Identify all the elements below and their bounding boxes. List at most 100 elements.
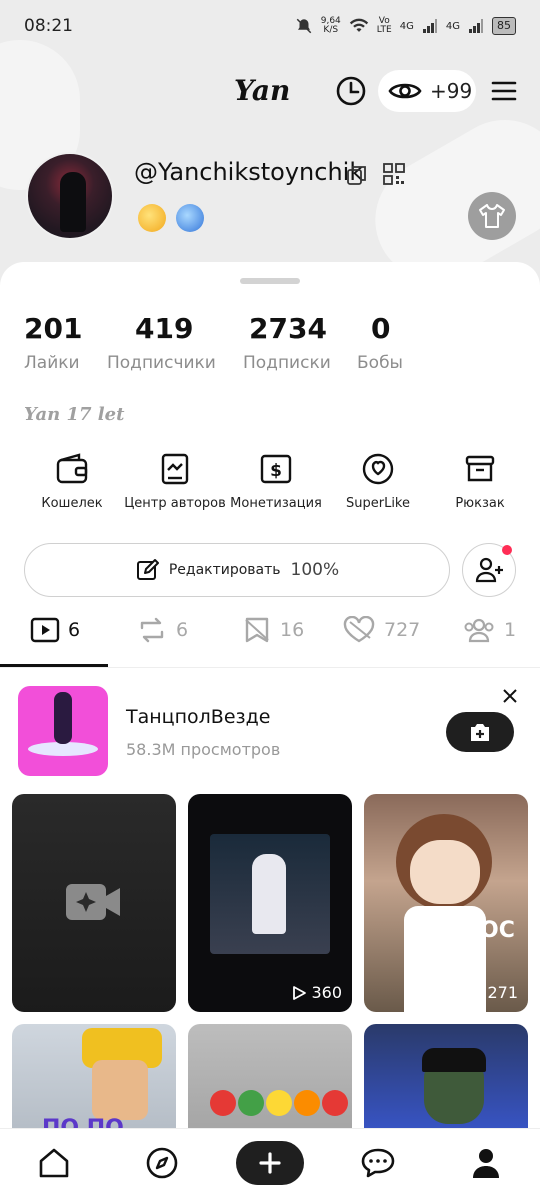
edit-profile-button[interactable]: Редактировать 100%: [24, 543, 450, 597]
tab-favorites[interactable]: 16: [242, 616, 304, 644]
compass-icon: [146, 1147, 178, 1179]
new-video-tile[interactable]: [12, 794, 176, 1012]
tab-count: 727: [384, 619, 421, 641]
stat-followers[interactable]: 419 Подписчики: [107, 312, 216, 373]
history-button[interactable]: [334, 74, 368, 108]
status-icons: 9,64 K/S Vo LTE 4G 4G 85: [295, 17, 516, 35]
tab-friends[interactable]: 1: [462, 616, 516, 644]
promo-create-button[interactable]: [446, 712, 514, 752]
profile-views-button[interactable]: +99: [378, 70, 476, 112]
profile-bio: Yan 17 let: [24, 404, 125, 425]
status-time: 08:21: [24, 16, 73, 36]
tool-backpack[interactable]: Рюкзак: [426, 452, 534, 511]
stat-value: 419: [135, 312, 194, 345]
views-count: +99: [430, 79, 473, 103]
badge-medal-icon[interactable]: [138, 204, 166, 232]
stat-value: 0: [371, 312, 391, 345]
backpack-icon: [465, 455, 495, 482]
signal-icon: [422, 19, 437, 33]
nav-messages[interactable]: [358, 1143, 398, 1183]
top-bar: Yan +99: [0, 68, 540, 114]
avatar[interactable]: [26, 152, 114, 240]
tool-label: Монетизация: [230, 496, 322, 511]
promo-views: 58.3M просмотров: [126, 740, 281, 759]
superlike-icon: [362, 453, 394, 485]
tab-count: 1: [504, 619, 517, 641]
stat-label: Подписки: [243, 353, 331, 373]
profile-stats: 201 Лайки 419 Подписчики 2734 Подписки 0…: [0, 312, 540, 382]
status-bar: 08:21 9,64 K/S Vo LTE 4G 4G 85: [0, 0, 540, 52]
video-views: 271: [467, 983, 518, 1002]
add-user-icon: [475, 557, 503, 583]
tool-wallet[interactable]: Кошелек: [18, 452, 126, 511]
signal-icon: [469, 19, 483, 33]
stat-following[interactable]: 2734 Подписки: [243, 312, 331, 373]
stat-label: Лайки: [24, 353, 80, 373]
qr-code-icon[interactable]: [382, 162, 406, 186]
plus-icon: [259, 1152, 281, 1174]
nav-home[interactable]: [34, 1143, 74, 1183]
repost-icon: [140, 617, 164, 643]
nav-create-button[interactable]: [236, 1141, 304, 1185]
video-tile[interactable]: 360: [188, 794, 352, 1012]
camera-plus-icon: [471, 724, 489, 741]
bookmark-icon: [245, 617, 269, 643]
sheet-handle[interactable]: [240, 278, 300, 284]
dollar-icon: $: [260, 454, 292, 484]
edit-icon: [136, 559, 159, 580]
creator-center-icon: [161, 453, 189, 485]
outfit-button[interactable]: [468, 192, 516, 240]
volte-indicator: Vo LTE: [376, 16, 392, 35]
tools-row: Кошелек Центр авторов $ Монетизация Supe…: [0, 452, 540, 522]
hamburger-icon: [491, 81, 517, 101]
stat-likes[interactable]: 201 Лайки: [24, 312, 82, 373]
tab-count: 16: [280, 619, 305, 641]
tab-videos[interactable]: 6: [30, 616, 80, 644]
tool-label: SuperLike: [345, 496, 410, 511]
promo-banner[interactable]: ТанцполВезде 58.3M просмотров: [0, 686, 540, 778]
stat-label: Бобы: [357, 353, 403, 373]
stat-beans[interactable]: 0 Бобы: [357, 312, 403, 373]
stat-label: Подписчики: [107, 353, 216, 373]
promo-thumbnail: [18, 686, 108, 776]
clock-icon: [336, 76, 366, 106]
home-icon: [39, 1148, 69, 1178]
close-icon: [503, 689, 517, 703]
video-play-icon: [30, 617, 60, 643]
tab-divider: [0, 667, 540, 668]
app-logo: Yan: [234, 74, 291, 107]
chat-icon: [361, 1148, 395, 1178]
play-outline-icon: [293, 985, 307, 1000]
eye-icon: [388, 83, 422, 99]
tool-monetization[interactable]: $ Монетизация: [222, 452, 330, 511]
tab-liked[interactable]: 727: [342, 616, 420, 644]
nav-profile[interactable]: [466, 1143, 506, 1183]
battery-indicator: 85: [492, 17, 516, 35]
tab-count: 6: [176, 619, 189, 641]
video-overlay-text: OC: [480, 918, 515, 943]
username: @Yanchikstoynchik: [134, 158, 364, 186]
video-tile[interactable]: OC 271: [364, 794, 528, 1012]
tool-label: Кошелек: [41, 496, 103, 511]
profile-icon: [473, 1149, 499, 1178]
badge-gem-icon[interactable]: [176, 204, 204, 232]
liked-hidden-icon: [343, 616, 375, 643]
menu-button[interactable]: [490, 76, 518, 106]
profile-completion: 100%: [290, 560, 340, 580]
network-2: 4G: [445, 20, 460, 32]
svg-text:$: $: [270, 461, 282, 481]
tool-creator-center[interactable]: Центр авторов: [121, 452, 229, 511]
promo-close-button[interactable]: [500, 686, 520, 706]
tshirt-icon: [479, 204, 505, 228]
friends-icon: [464, 618, 494, 643]
wifi-icon: [349, 18, 368, 32]
copy-icon[interactable]: [346, 164, 368, 186]
tool-label: Центр авторов: [124, 496, 226, 511]
edit-label: Редактировать: [168, 562, 281, 578]
tool-label: Рюкзак: [455, 496, 505, 511]
tool-superlike[interactable]: SuperLike: [324, 452, 432, 511]
wallet-icon: [56, 453, 88, 484]
tab-reposts[interactable]: 6: [136, 616, 188, 644]
nav-discover[interactable]: [142, 1143, 182, 1183]
mute-bell-icon: [296, 18, 312, 34]
